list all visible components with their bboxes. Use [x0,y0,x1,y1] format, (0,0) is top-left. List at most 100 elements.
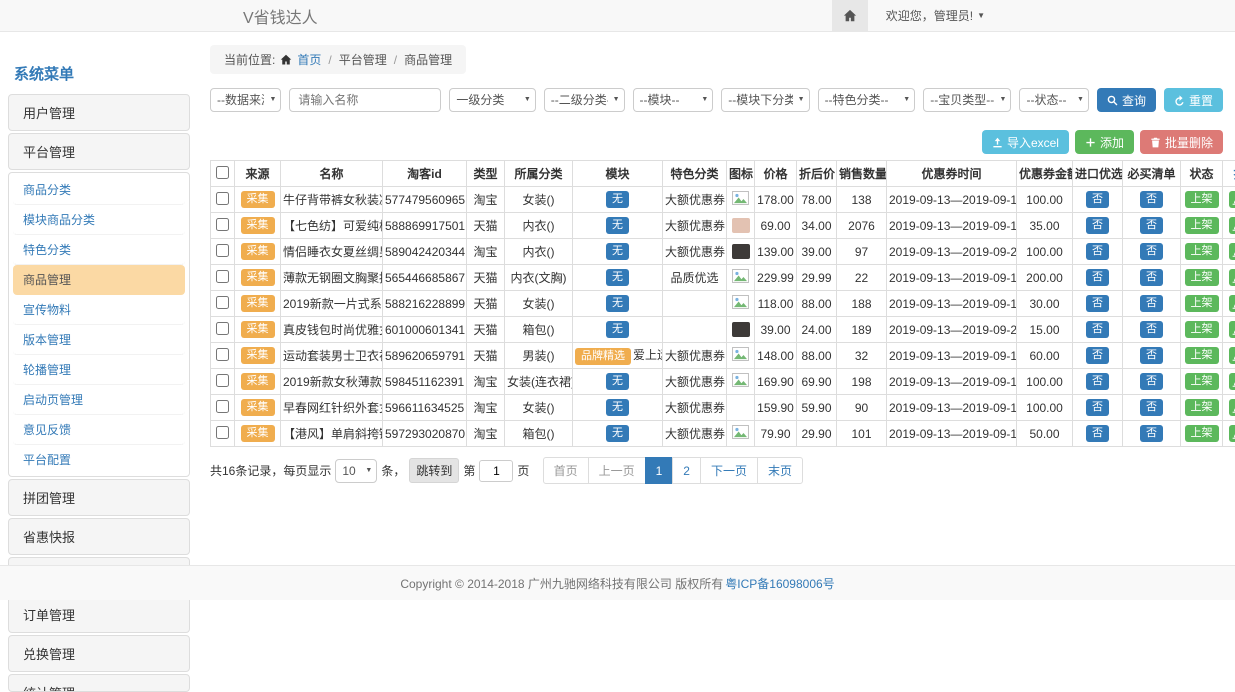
status-badge[interactable]: 上架 [1185,373,1219,389]
level2-category-select[interactable]: --二级分类-- [544,88,625,112]
row-checkbox[interactable] [216,426,229,439]
must-buy-toggle[interactable]: 否 [1140,269,1163,285]
import-select-toggle[interactable]: 否 [1086,399,1109,415]
row-checkbox[interactable] [216,218,229,231]
select-all-checkbox[interactable] [216,166,229,179]
import-select-toggle[interactable]: 否 [1086,425,1109,441]
sidebar-section-7[interactable]: 兑换管理 [8,635,190,672]
search-button[interactable]: 查询 [1097,88,1156,112]
column-header-status: 状态 [1181,161,1223,187]
edit-button[interactable] [1229,399,1235,416]
row-checkbox[interactable] [216,270,229,283]
edit-button[interactable] [1229,269,1235,286]
import-select-toggle[interactable]: 否 [1086,269,1109,285]
jump-button[interactable]: 跳转到 [409,458,459,483]
must-buy-toggle[interactable]: 否 [1140,347,1163,363]
row-checkbox[interactable] [216,192,229,205]
import-select-toggle[interactable]: 否 [1086,243,1109,259]
sidebar-item-7[interactable]: 启动页管理 [13,385,185,415]
cell-ops [1223,395,1235,421]
cell-category: 女装() [505,187,573,213]
sidebar-item-4[interactable]: 宣传物料 [13,295,185,325]
sidebar-item-3[interactable]: 商品管理 [13,265,185,295]
icp-link[interactable]: 粤ICP备16098006号 [725,575,834,592]
status-badge[interactable]: 上架 [1185,269,1219,285]
edit-button[interactable] [1229,295,1235,312]
must-buy-toggle[interactable]: 否 [1140,321,1163,337]
sidebar-section-4[interactable]: 省惠快报 [8,518,190,555]
row-checkbox[interactable] [216,296,229,309]
sidebar-section-1[interactable]: 平台管理 [8,133,190,170]
sidebar-section-6[interactable]: 订单管理 [8,596,190,633]
sidebar-item-8[interactable]: 意见反馈 [13,415,185,445]
module-select[interactable]: --模块-- [633,88,714,112]
sidebar-section-8[interactable]: 统计管理 [8,674,190,692]
sidebar-item-9[interactable]: 平台配置 [13,445,185,474]
level1-category-select[interactable]: 一级分类 [449,88,535,112]
status-badge[interactable]: 上架 [1185,321,1219,337]
user-menu[interactable]: 欢迎您，管理员! ▼ [868,7,1235,24]
must-buy-toggle[interactable]: 否 [1140,243,1163,259]
page-button-末页[interactable]: 末页 [757,457,803,484]
row-checkbox[interactable] [216,322,229,335]
cell-coupon-amount: 100.00 [1017,395,1073,421]
sidebar-item-6[interactable]: 轮播管理 [13,355,185,385]
module-badge: 无 [606,425,629,441]
import-select-toggle[interactable]: 否 [1086,321,1109,337]
status-badge[interactable]: 上架 [1185,295,1219,311]
edit-button[interactable] [1229,191,1235,208]
must-buy-toggle[interactable]: 否 [1140,425,1163,441]
page-button-1[interactable]: 1 [645,457,674,484]
edit-button[interactable] [1229,373,1235,390]
must-buy-toggle[interactable]: 否 [1140,217,1163,233]
row-checkbox[interactable] [216,244,229,257]
sidebar-item-5[interactable]: 版本管理 [13,325,185,355]
data-source-select[interactable]: --数据来源-- [210,88,281,112]
row-checkbox[interactable] [216,348,229,361]
row-checkbox[interactable] [216,374,229,387]
feature-category-select[interactable]: --特色分类-- [818,88,916,112]
must-buy-toggle[interactable]: 否 [1140,295,1163,311]
must-buy-toggle[interactable]: 否 [1140,373,1163,389]
status-badge[interactable]: 上架 [1185,191,1219,207]
status-badge[interactable]: 上架 [1185,347,1219,363]
status-badge[interactable]: 上架 [1185,425,1219,441]
reset-button[interactable]: 重置 [1164,88,1223,112]
module-sub-category-select[interactable]: --模块下分类-- [721,88,809,112]
must-buy-toggle[interactable]: 否 [1140,399,1163,415]
status-select[interactable]: --状态-- [1019,88,1088,112]
sidebar-item-1[interactable]: 模块商品分类 [13,205,185,235]
import-select-toggle[interactable]: 否 [1086,191,1109,207]
breadcrumb-home-link[interactable]: 首页 [297,51,321,68]
batch-delete-button[interactable]: 批量删除 [1140,130,1223,154]
sidebar-section-0[interactable]: 用户管理 [8,94,190,131]
sidebar-section-3[interactable]: 拼团管理 [8,479,190,516]
status-badge[interactable]: 上架 [1185,217,1219,233]
status-badge[interactable]: 上架 [1185,399,1219,415]
edit-button[interactable] [1229,425,1235,442]
page-button-上一页[interactable]: 上一页 [588,457,646,484]
must-buy-toggle[interactable]: 否 [1140,191,1163,207]
page-size-select[interactable]: 10 [335,459,377,483]
item-type-select[interactable]: --宝贝类型-- [923,88,1011,112]
import-select-toggle[interactable]: 否 [1086,347,1109,363]
name-input[interactable] [289,88,441,112]
sidebar-item-2[interactable]: 特色分类 [13,235,185,265]
add-button[interactable]: 添加 [1075,130,1134,154]
page-button-2[interactable]: 2 [672,457,701,484]
row-checkbox[interactable] [216,400,229,413]
import-select-toggle[interactable]: 否 [1086,217,1109,233]
edit-button[interactable] [1229,321,1235,338]
import-select-toggle[interactable]: 否 [1086,373,1109,389]
home-button[interactable] [832,0,868,31]
jump-page-input[interactable] [479,460,513,482]
sidebar-item-0[interactable]: 商品分类 [13,175,185,205]
edit-button[interactable] [1229,243,1235,260]
page-button-下一页[interactable]: 下一页 [700,457,758,484]
edit-button[interactable] [1229,217,1235,234]
status-badge[interactable]: 上架 [1185,243,1219,259]
page-button-首页[interactable]: 首页 [543,457,589,484]
edit-button[interactable] [1229,347,1235,364]
import-select-toggle[interactable]: 否 [1086,295,1109,311]
import-excel-button[interactable]: 导入excel [982,130,1069,154]
